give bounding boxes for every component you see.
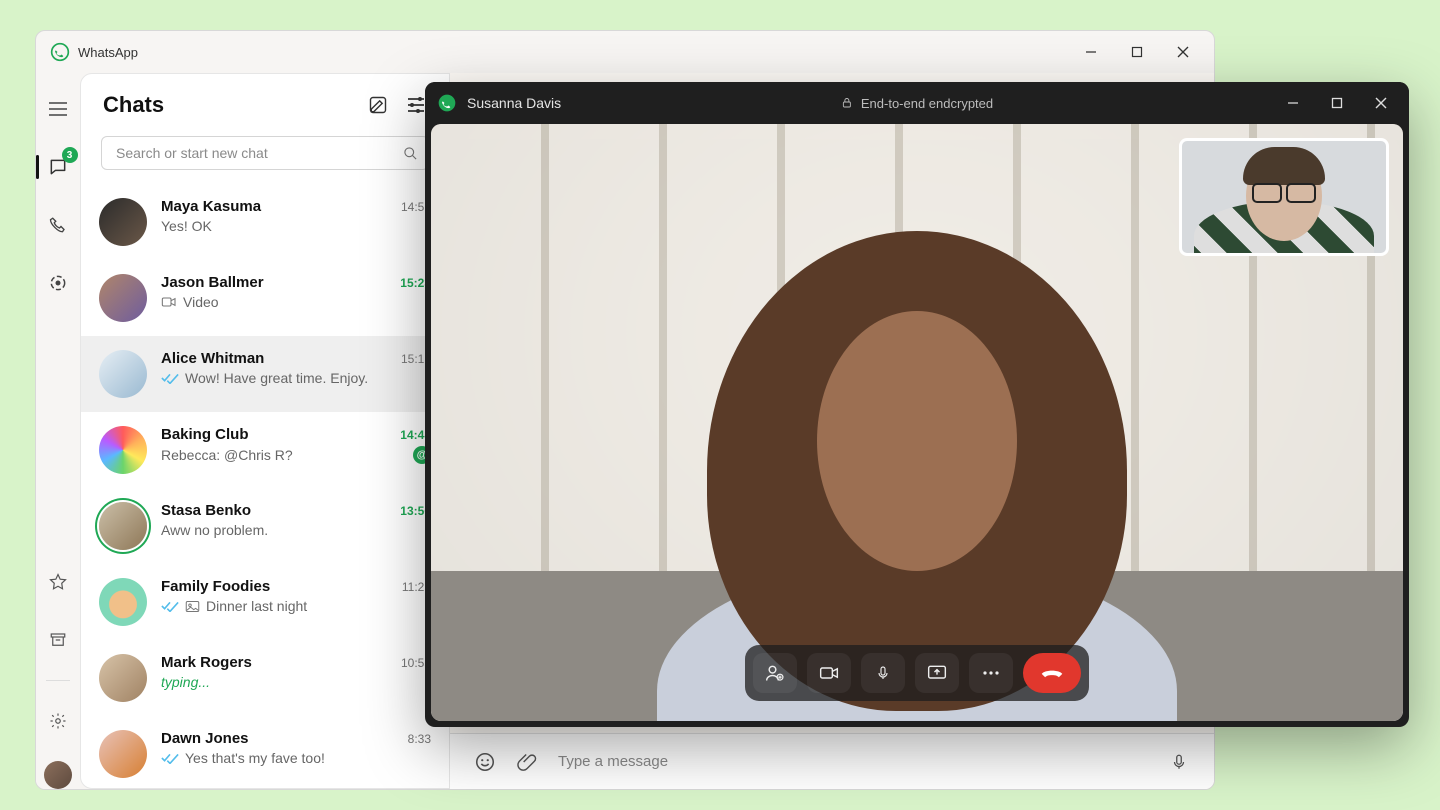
archived-tab[interactable]: [40, 622, 76, 658]
chat-preview: Aww no problem.: [161, 522, 431, 538]
maximize-button[interactable]: [1114, 32, 1160, 72]
call-titlebar: Susanna Davis End-to-end endcrypted: [425, 82, 1409, 124]
menu-button[interactable]: [40, 91, 76, 127]
chat-item[interactable]: Alice Whitman15:16Wow! Have great time. …: [81, 336, 449, 412]
emoji-button[interactable]: [474, 751, 496, 773]
chat-item[interactable]: Jason Ballmer15:23Video: [81, 260, 449, 336]
encryption-label: End-to-end endcrypted: [861, 96, 993, 111]
close-button[interactable]: [1160, 32, 1206, 72]
search-box[interactable]: [101, 136, 429, 170]
avatar: [99, 274, 147, 322]
photo-icon: [185, 600, 200, 613]
share-screen-button[interactable]: [915, 653, 959, 693]
read-receipt-icon: [161, 600, 179, 612]
chat-preview: Wow! Have great time. Enjoy.: [185, 370, 431, 386]
video-area: [431, 124, 1403, 721]
chat-name: Jason Ballmer: [161, 274, 264, 291]
chat-list: Maya Kasuma14:57Yes! OKJason Ballmer15:2…: [81, 184, 449, 788]
avatar: [99, 350, 147, 398]
chat-preview: Yes that's my fave too!: [185, 750, 431, 766]
avatar: [99, 426, 147, 474]
panel-title: Chats: [103, 92, 164, 118]
avatar: [99, 578, 147, 626]
attach-button[interactable]: [516, 751, 538, 773]
chat-name: Baking Club: [161, 426, 249, 443]
chat-list-panel: Chats Maya Kasuma14:: [80, 73, 450, 789]
message-input[interactable]: [558, 753, 1148, 770]
chat-item[interactable]: Stasa Benko13:56Aww no problem.: [81, 488, 449, 564]
titlebar: WhatsApp: [36, 31, 1214, 73]
panel-header: Chats: [81, 74, 449, 128]
call-minimize-button[interactable]: [1271, 85, 1315, 121]
app-title: WhatsApp: [78, 45, 138, 60]
encryption-indicator: End-to-end endcrypted: [841, 96, 993, 111]
chat-item[interactable]: Dawn Jones 8:33 Yes that's my fave too!: [81, 716, 449, 788]
minimize-button[interactable]: [1068, 32, 1114, 72]
chats-tab[interactable]: 3: [40, 149, 76, 185]
chat-name: Maya Kasuma: [161, 198, 261, 215]
end-call-button[interactable]: [1023, 653, 1081, 693]
chat-name: Stasa Benko: [161, 502, 251, 519]
whatsapp-logo-icon: [50, 42, 70, 62]
video-call-window: Susanna Davis End-to-end endcrypted: [425, 82, 1409, 727]
starred-tab[interactable]: [40, 564, 76, 600]
voice-message-button[interactable]: [1168, 751, 1190, 773]
self-view[interactable]: [1179, 138, 1389, 256]
toggle-camera-button[interactable]: [807, 653, 851, 693]
chat-name: Family Foodies: [161, 578, 270, 595]
chat-item[interactable]: Baking Club14:48Rebecca: @Chris R?@: [81, 412, 449, 488]
chat-preview: Dinner last night: [206, 598, 431, 614]
chat-preview: Rebecca: @Chris R?: [161, 447, 407, 463]
lock-icon: [841, 96, 853, 110]
more-options-button[interactable]: [969, 653, 1013, 693]
unread-count-badge: 3: [62, 147, 78, 163]
chat-name: Dawn Jones: [161, 730, 249, 747]
chat-name: Mark Rogers: [161, 654, 252, 671]
toggle-mic-button[interactable]: [861, 653, 905, 693]
calls-tab[interactable]: [40, 207, 76, 243]
message-composer: [450, 733, 1214, 789]
search-icon: [403, 146, 418, 161]
add-participant-button[interactable]: [753, 653, 797, 693]
status-tab[interactable]: [40, 265, 76, 301]
chat-name: Alice Whitman: [161, 350, 264, 367]
window-controls: [1068, 32, 1206, 72]
chat-preview: Video: [183, 294, 431, 310]
nav-rail: 3: [36, 73, 80, 789]
read-receipt-icon: [161, 372, 179, 384]
avatar: [99, 730, 147, 778]
avatar: [99, 502, 147, 550]
filter-button[interactable]: [405, 94, 427, 116]
whatsapp-logo-icon: [437, 93, 457, 113]
chat-item[interactable]: Mark Rogers10:55typing...: [81, 640, 449, 716]
search-input[interactable]: [116, 145, 403, 161]
video-icon: [161, 296, 177, 308]
chat-time: 8:33: [408, 732, 431, 746]
chat-preview: typing...: [161, 674, 431, 690]
profile-avatar[interactable]: [44, 761, 72, 789]
call-controls: [745, 645, 1089, 701]
settings-button[interactable]: [40, 703, 76, 739]
avatar: [99, 198, 147, 246]
call-close-button[interactable]: [1359, 85, 1403, 121]
avatar: [99, 654, 147, 702]
chat-item[interactable]: Maya Kasuma14:57Yes! OK: [81, 184, 449, 260]
new-chat-button[interactable]: [367, 94, 389, 116]
read-receipt-icon: [161, 752, 179, 764]
call-peer-name: Susanna Davis: [467, 95, 561, 111]
chat-preview: Yes! OK: [161, 218, 431, 234]
chat-item[interactable]: Family Foodies11:25Dinner last night: [81, 564, 449, 640]
app-brand: WhatsApp: [44, 42, 138, 62]
call-maximize-button[interactable]: [1315, 85, 1359, 121]
